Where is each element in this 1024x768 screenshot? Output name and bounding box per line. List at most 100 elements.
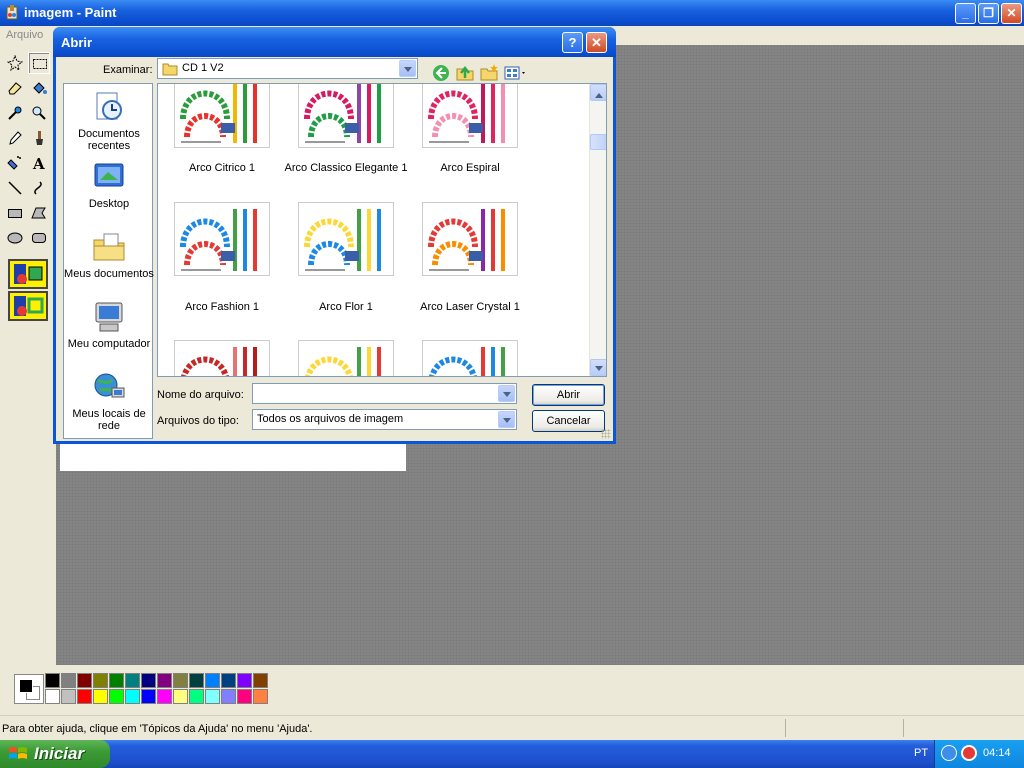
place-my-computer[interactable]: Meu computador xyxy=(64,300,154,350)
polygon-tool[interactable] xyxy=(28,202,50,224)
opaque-selection-option[interactable] xyxy=(8,259,48,289)
pencil-tool[interactable] xyxy=(4,127,26,149)
open-button[interactable]: Abrir xyxy=(532,384,605,406)
my-computer-icon xyxy=(95,302,123,332)
palette-swatch[interactable] xyxy=(189,689,204,704)
rectangle-icon xyxy=(8,209,22,218)
line-tool[interactable] xyxy=(4,177,26,199)
file-name: Arco Fashion 1 xyxy=(185,301,259,313)
rectangle-tool[interactable] xyxy=(4,202,26,224)
file-thumbnail xyxy=(422,202,518,276)
ellipse-tool[interactable] xyxy=(4,227,26,249)
resize-grip[interactable] xyxy=(601,429,611,439)
new-folder-icon[interactable] xyxy=(479,63,499,83)
palette-swatch[interactable] xyxy=(109,689,124,704)
palette-swatch[interactable] xyxy=(141,689,156,704)
minimize-button[interactable]: _ xyxy=(955,3,976,24)
palette-swatch[interactable] xyxy=(157,689,172,704)
curve-tool[interactable] xyxy=(28,177,50,199)
palette-swatch[interactable] xyxy=(109,673,124,688)
palette-swatch[interactable] xyxy=(221,673,236,688)
palette-swatch[interactable] xyxy=(61,673,76,688)
chevron-down-icon[interactable] xyxy=(399,60,416,77)
svg-text:A: A xyxy=(32,155,45,171)
clock: 04:14 xyxy=(983,747,1011,759)
scroll-up-button[interactable] xyxy=(590,84,606,101)
up-folder-icon[interactable] xyxy=(455,63,475,83)
palette-swatch[interactable] xyxy=(173,673,188,688)
status-bar: Para obter ajuda, clique em 'Tópicos da … xyxy=(0,715,1024,740)
place-network[interactable]: Meus locais de rede xyxy=(64,370,154,432)
start-button[interactable]: Iniciar xyxy=(0,740,110,768)
window-title: imagem - Paint xyxy=(24,5,117,20)
security-alert-icon[interactable] xyxy=(961,745,977,761)
palette-swatch[interactable] xyxy=(221,689,236,704)
place-recent-documents[interactable]: Documentos recentes xyxy=(64,90,154,152)
fill-tool[interactable] xyxy=(28,77,50,99)
palette-swatch[interactable] xyxy=(253,689,268,704)
vertical-scrollbar[interactable] xyxy=(589,84,606,376)
brush-tool[interactable] xyxy=(28,127,50,149)
palette-swatch[interactable] xyxy=(45,689,60,704)
windows-logo-icon xyxy=(9,747,27,759)
view-menu-icon[interactable] xyxy=(503,63,529,83)
taskbar: Iniciar PT 04:14 xyxy=(0,740,1024,768)
filetype-select[interactable]: Todos os arquivos de imagem xyxy=(252,409,517,430)
palette-swatch[interactable] xyxy=(93,689,108,704)
current-colors[interactable] xyxy=(14,674,44,704)
eraser-icon xyxy=(8,82,22,95)
free-select-tool[interactable] xyxy=(4,52,26,74)
place-desktop[interactable]: Desktop xyxy=(64,160,154,210)
palette-swatch[interactable] xyxy=(157,673,172,688)
palette-swatch[interactable] xyxy=(173,689,188,704)
palette-swatch[interactable] xyxy=(45,673,60,688)
magnifier-tool[interactable] xyxy=(28,102,50,124)
help-button[interactable]: ? xyxy=(562,32,583,53)
color-picker-tool[interactable] xyxy=(4,102,26,124)
back-icon[interactable] xyxy=(431,63,451,83)
chevron-down-icon[interactable] xyxy=(498,385,515,402)
palette-swatch[interactable] xyxy=(253,673,268,688)
text-tool[interactable]: A xyxy=(28,152,50,174)
rounded-rectangle-icon xyxy=(32,233,46,243)
eraser-tool[interactable] xyxy=(4,77,26,99)
look-in-combo[interactable]: CD 1 V2 xyxy=(157,58,418,79)
open-dialog: Abrir ? ✕ Examinar: CD 1 V2 Documentos r… xyxy=(53,27,616,444)
palette-swatch[interactable] xyxy=(77,673,92,688)
airbrush-tool[interactable] xyxy=(4,152,26,174)
dialog-title-bar[interactable]: Abrir ? ✕ xyxy=(53,27,616,57)
menu-file[interactable]: Arquivo xyxy=(6,29,43,41)
foreground-color xyxy=(19,679,33,693)
folder-icon xyxy=(162,63,178,76)
palette-swatch[interactable] xyxy=(125,673,140,688)
palette-swatch[interactable] xyxy=(77,689,92,704)
chevron-down-icon[interactable] xyxy=(498,411,515,428)
palette-swatch[interactable] xyxy=(141,673,156,688)
pencil-icon xyxy=(9,131,22,145)
palette-swatch[interactable] xyxy=(205,673,220,688)
palette-swatch[interactable] xyxy=(125,689,140,704)
language-indicator[interactable]: PT xyxy=(914,747,928,759)
cancel-button[interactable]: Cancelar xyxy=(532,410,605,432)
palette-swatch[interactable] xyxy=(237,673,252,688)
palette-swatch[interactable] xyxy=(237,689,252,704)
rect-select-tool[interactable] xyxy=(28,52,50,74)
transparent-selection-option[interactable] xyxy=(8,291,48,321)
filename-input[interactable] xyxy=(252,383,517,404)
look-in-label: Examinar: xyxy=(103,64,153,76)
scroll-thumb[interactable] xyxy=(590,134,606,150)
paint-title-bar[interactable]: imagem - Paint _ ❐ ✕ xyxy=(0,0,1024,26)
chevron-left-icon[interactable] xyxy=(941,745,957,761)
rounded-rect-tool[interactable] xyxy=(28,227,50,249)
close-button[interactable]: ✕ xyxy=(1001,3,1022,24)
restore-button[interactable]: ❐ xyxy=(978,3,999,24)
line-icon xyxy=(8,181,22,195)
scroll-down-button[interactable] xyxy=(590,359,606,376)
dialog-close-button[interactable]: ✕ xyxy=(586,32,607,53)
place-my-documents[interactable]: Meus documentos xyxy=(64,230,154,280)
palette-swatch[interactable] xyxy=(189,673,204,688)
palette-swatch[interactable] xyxy=(205,689,220,704)
palette-swatch[interactable] xyxy=(93,673,108,688)
palette-swatch[interactable] xyxy=(61,689,76,704)
file-thumbnail xyxy=(422,340,518,376)
